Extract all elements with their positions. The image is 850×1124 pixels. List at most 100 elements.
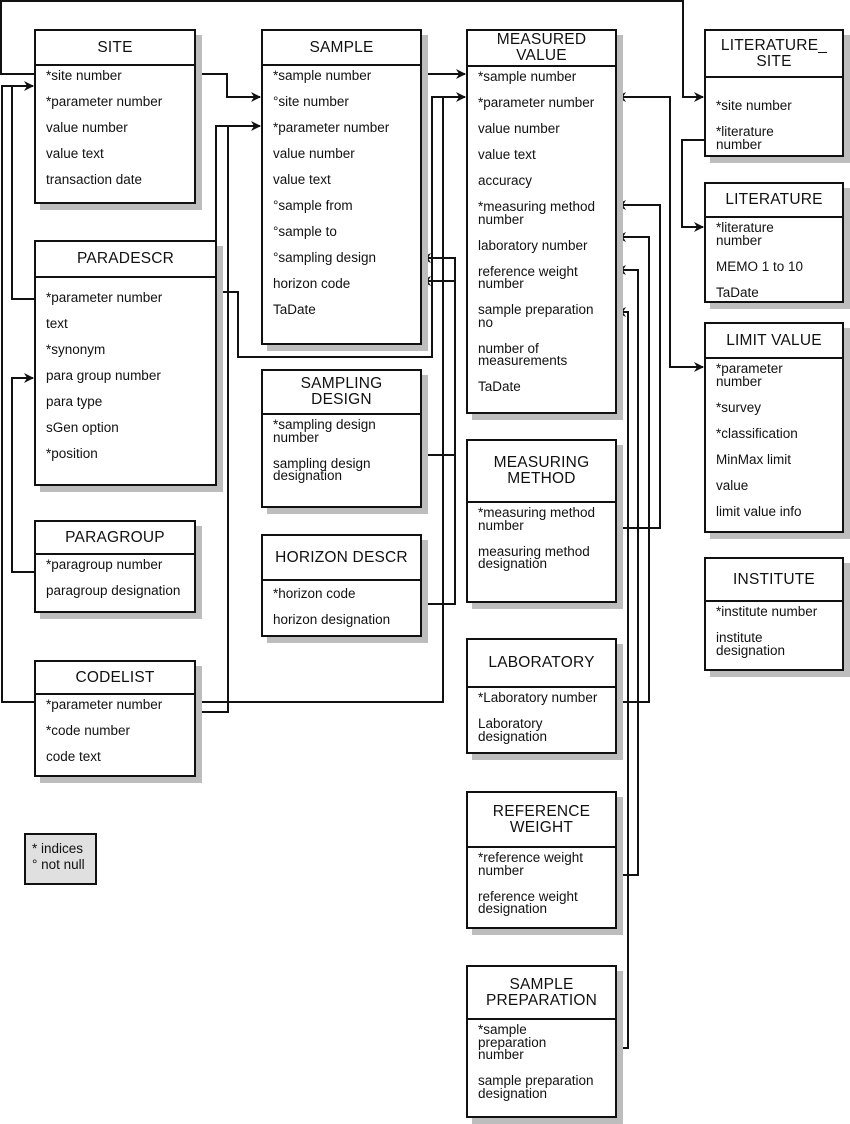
table-field: *synonym — [46, 342, 106, 357]
table-field: reference weight designation — [478, 888, 578, 916]
link-literature-site-literature — [681, 139, 704, 232]
table-field: °sample to — [273, 224, 337, 239]
table-field: *site number — [46, 68, 122, 83]
table-paragroup: PARAGROUP *paragroup number paragroup desi… — [34, 520, 196, 613]
table-fields: *parameter number text *synonym para group … — [36, 278, 215, 461]
table-title: LITERATURE_ SITE — [706, 31, 842, 78]
table-literature: LITERATURE *literature number MEMO 1 to 10… — [704, 182, 844, 303]
table-field: *parameter number — [478, 95, 595, 110]
table-field: MinMax limit — [716, 451, 792, 467]
table-field: *paragroup number — [46, 557, 163, 572]
table-title: CODELIST — [36, 662, 194, 695]
table-field: *measuring method number — [478, 505, 596, 533]
table-fields: *site number *literature number — [706, 78, 842, 151]
table-field: TaDate — [273, 302, 316, 317]
table-laboratory: LABORATORY *Laboratory number Laboratory d… — [466, 638, 617, 754]
table-field: value number — [273, 146, 355, 161]
table-fields: *parameter number *code number code text — [36, 695, 194, 764]
table-field: °site number — [273, 94, 349, 109]
link-site-sample — [195, 73, 261, 102]
table-field: Laboratory designation — [478, 716, 548, 744]
table-literature-site: LITERATURE_ SITE *site number *literature … — [704, 29, 844, 157]
table-title: SAMPLE PREPARATION — [468, 967, 615, 1020]
table-field: horizon code — [273, 276, 351, 291]
table-field: sGen option — [46, 420, 119, 435]
table-title: HORIZON DESCR — [263, 536, 420, 581]
legend-indices: * indices — [32, 841, 84, 856]
table-field: *literature number — [716, 124, 774, 152]
table-field: °sampling design — [273, 250, 376, 265]
table-field: *classification — [716, 425, 798, 441]
table-field: accuracy — [478, 173, 533, 188]
table-field: para type — [46, 394, 103, 409]
link-paragroup-paradescr — [11, 373, 34, 573]
table-field: limit value info — [716, 503, 802, 519]
table-field: value number — [46, 120, 128, 135]
table-field: sample preparation no — [478, 302, 594, 330]
table-field: value text — [273, 172, 331, 187]
table-field: institute designation — [716, 630, 786, 658]
table-field: *reference weight number — [478, 850, 584, 878]
link-codelist-site — [1, 81, 34, 703]
table-field: *sampling design number — [273, 417, 376, 445]
table-site: SITE *site number *parameter number value n… — [34, 29, 196, 204]
table-fields: *sample preparation number sample prepara… — [468, 1020, 615, 1100]
table-field: horizon designation — [273, 612, 391, 627]
table-field: transaction date — [46, 172, 143, 187]
table-fields: *sample number *parameter number value num… — [468, 67, 615, 394]
table-title: SITE — [36, 31, 194, 66]
table-field: *institute number — [716, 604, 818, 619]
legend-not-null: ° not null — [32, 857, 85, 872]
table-field: TaDate — [716, 284, 759, 300]
table-field: *site number — [716, 98, 792, 113]
link-sample-preparation-measured-value — [616, 307, 629, 1049]
table-title: SAMPLE — [263, 31, 420, 66]
table-fields: *sampling design number sampling design d… — [263, 415, 420, 483]
table-field: *parameter number — [716, 361, 783, 389]
table-reference-weight: REFERENCE WEIGHT *reference weight number… — [466, 791, 617, 929]
table-paradescr: PARADESCR *parameter number text *synonym pa… — [34, 240, 217, 486]
table-title: LABORATORY — [468, 640, 615, 688]
legend: * indices ° not null — [24, 833, 97, 885]
table-field: *parameter number — [46, 290, 163, 305]
table-field: reference weight number — [478, 263, 578, 291]
table-field: *literature number — [716, 220, 774, 248]
table-fields: *Laboratory number Laboratory designation — [468, 688, 615, 743]
table-limit-value: LIMIT VALUE *parameter number *survey *clas… — [704, 322, 844, 533]
table-codelist: CODELIST *parameter number *code number cod… — [34, 660, 196, 777]
table-title: LIMIT VALUE — [706, 324, 842, 359]
table-field: *sample preparation number — [478, 1022, 547, 1062]
link-horizon-descr-sample — [421, 276, 456, 605]
table-field: sample preparation designation — [478, 1073, 594, 1101]
table-sample-preparation: SAMPLE PREPARATION *sample preparation nu… — [466, 965, 617, 1118]
table-fields: *literature number MEMO 1 to 10 TaDate — [706, 218, 842, 299]
table-title: REFERENCE WEIGHT — [468, 793, 615, 848]
table-field: measuring method designation — [478, 543, 590, 571]
table-title: PARAGROUP — [36, 522, 194, 555]
table-fields: *reference weight number reference weight… — [468, 848, 615, 916]
table-field: sampling design designation — [273, 455, 371, 483]
table-measuring-method: MEASURING METHOD *measuring method number… — [466, 439, 617, 603]
table-field: *horizon code — [273, 586, 356, 601]
table-fields: *horizon code horizon designation — [263, 581, 420, 627]
table-title: SAMPLING DESIGN — [263, 371, 420, 415]
table-field: *parameter number — [273, 120, 390, 135]
link-paradescr-sample — [215, 121, 261, 240]
link-laboratory-measured-value — [616, 232, 650, 703]
table-fields: *institute number institute designation — [706, 602, 842, 657]
table-field: value — [716, 477, 749, 493]
table-field: *sample number — [273, 68, 372, 83]
table-fields: *sample number °site number *parameter num… — [263, 66, 420, 317]
table-title: MEASURED VALUE — [468, 31, 615, 67]
table-institute: INSTITUTE *institute number institute desi… — [704, 557, 844, 671]
table-fields: *measuring method number measuring method… — [468, 503, 615, 571]
table-field: laboratory number — [478, 237, 588, 253]
table-field: para group number — [46, 368, 161, 383]
table-field: TaDate — [478, 379, 521, 394]
table-field: code text — [46, 749, 101, 764]
table-field: value text — [478, 147, 536, 162]
table-measured-value: MEASURED VALUE *sample number *parameter n… — [466, 29, 617, 414]
table-field: °sample from — [273, 198, 353, 213]
table-field: *sample number — [478, 69, 577, 84]
table-sample: SAMPLE *sample number °site number *paramet… — [261, 29, 422, 345]
